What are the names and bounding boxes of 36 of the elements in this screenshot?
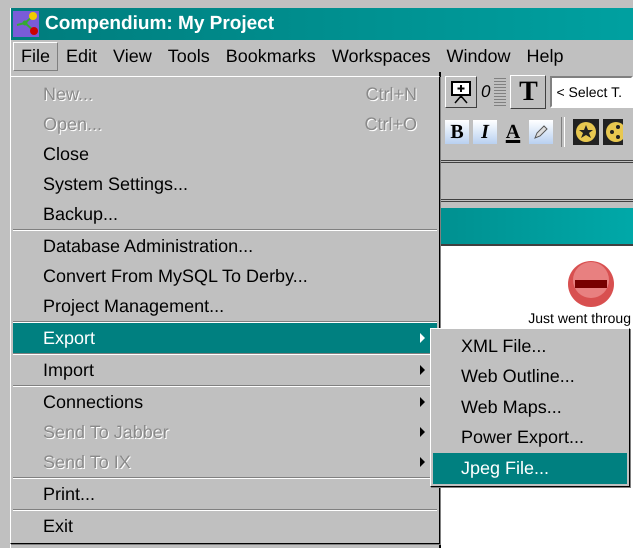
bold-button[interactable]: B <box>445 120 469 144</box>
minus-circle-icon <box>567 260 615 308</box>
italic-button[interactable]: I <box>473 120 497 144</box>
text-button[interactable]: T <box>510 75 546 109</box>
counter-text: 0 <box>481 82 490 102</box>
menu[interactable]: Help <box>518 42 572 70</box>
share-badge-icon[interactable] <box>603 119 623 145</box>
menu[interactable]: Workspaces <box>324 42 439 70</box>
menu-item[interactable]: Power Export... <box>433 422 627 453</box>
window-title: Compendium: My Project <box>45 13 274 35</box>
menu-item[interactable]: Print... <box>13 479 437 509</box>
menu-item[interactable]: Close <box>13 139 437 169</box>
menu-item[interactable]: Project Management... <box>13 291 437 321</box>
app-logo-icon <box>13 11 39 37</box>
pencil-icon <box>532 123 550 141</box>
menu-item[interactable]: Export <box>13 323 437 353</box>
text-color-button[interactable]: A <box>501 120 525 144</box>
menu-item[interactable]: System Settings... <box>13 169 437 199</box>
menu[interactable]: File <box>13 42 58 70</box>
star-badge-icon[interactable] <box>573 119 599 145</box>
type-select[interactable]: < Select T. <box>550 76 633 108</box>
easel-icon <box>450 80 472 104</box>
menu-item[interactable]: Convert From MySQL To Derby... <box>13 261 437 291</box>
pencil-button[interactable] <box>529 120 553 144</box>
menu[interactable]: Window <box>438 42 519 70</box>
menu[interactable]: Edit <box>58 42 106 70</box>
menu[interactable]: Bookmarks <box>218 42 324 70</box>
menu-item[interactable]: Backup... <box>13 199 437 229</box>
menu[interactable]: View <box>105 42 160 70</box>
menu-item[interactable]: Web Maps... <box>433 392 627 422</box>
node-label: Just went throug <box>528 310 631 326</box>
menu[interactable]: Tools <box>160 42 218 70</box>
menu-item[interactable]: Jpeg File... <box>433 453 627 484</box>
menu-item[interactable]: Exit <box>13 511 437 541</box>
menu-item[interactable]: Database Administration... <box>13 231 437 261</box>
presentation-button[interactable] <box>445 76 477 108</box>
